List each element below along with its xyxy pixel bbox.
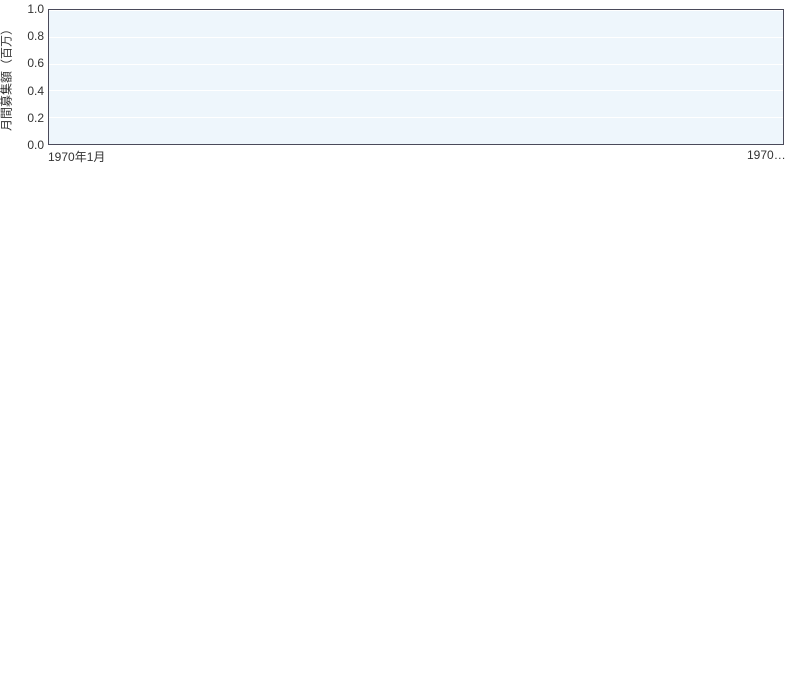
gridline (49, 90, 783, 91)
gridline (49, 117, 783, 118)
chart-container: 1.0 0.8 0.6 0.4 0.2 0.0 1970年1月 1970… 月間… (0, 0, 792, 700)
x-tick-label: 1970… (747, 148, 786, 162)
y-axis-title-text: 月間募集額（百万） (0, 23, 15, 131)
gridline (49, 64, 783, 65)
gridline (49, 10, 783, 11)
x-tick-label: 1970年1月 (48, 148, 105, 165)
gridline (49, 37, 783, 38)
y-axis-title: 月間募集額（百万） (0, 0, 15, 77)
plot-area (48, 9, 784, 145)
y-tick-label: 0.0 (4, 138, 44, 152)
